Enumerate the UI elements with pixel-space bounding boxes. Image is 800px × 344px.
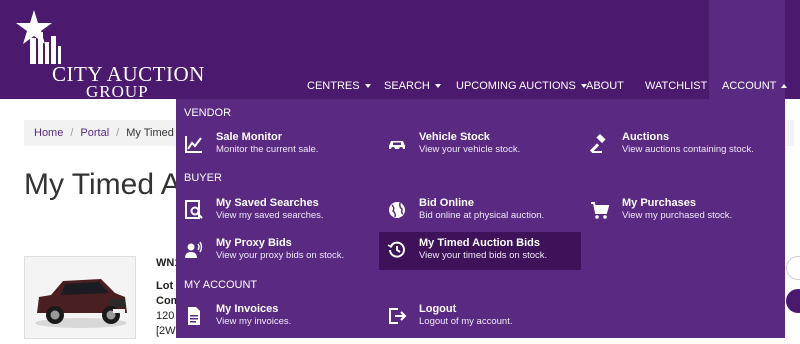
menu-item-desc: Monitor the current sale. bbox=[216, 144, 319, 155]
menu-item-title: My Proxy Bids bbox=[216, 237, 292, 249]
search-doc-icon bbox=[185, 200, 203, 219]
chevron-down-icon bbox=[364, 84, 371, 89]
section-vendor: VENDOR bbox=[184, 107, 232, 119]
section-my-account: MY ACCOUNT bbox=[184, 279, 258, 291]
menu-item-desc: Logout of my account. bbox=[419, 316, 513, 327]
nav-upcoming-auctions[interactable]: UPCOMING AUCTIONS bbox=[456, 80, 587, 92]
section-buyer: BUYER bbox=[184, 172, 222, 184]
breadcrumb-separator: / bbox=[116, 127, 120, 139]
menu-item-my-purchases[interactable]: My Purchases View my purchased stock. bbox=[582, 192, 784, 230]
nav-label: WATCHLIST bbox=[645, 80, 708, 92]
menu-item-desc: View my purchased stock. bbox=[622, 210, 733, 221]
vehicle-thumbnail[interactable] bbox=[24, 256, 136, 339]
menu-item-auctions[interactable]: Auctions View auctions containing stock. bbox=[582, 126, 784, 164]
nav-label: ACCOUNT bbox=[722, 80, 777, 92]
breadcrumb-home[interactable]: Home bbox=[34, 127, 63, 139]
nav-label: CENTRES bbox=[307, 80, 360, 92]
menu-item-title: Logout bbox=[419, 303, 457, 315]
car-image-icon bbox=[25, 257, 135, 338]
menu-item-desc: View my invoices. bbox=[216, 316, 292, 327]
chevron-up-icon bbox=[781, 84, 788, 89]
nav-about[interactable]: ABOUT bbox=[586, 80, 624, 92]
menu-item-saved-searches[interactable]: My Saved Searches View my saved searches… bbox=[176, 192, 378, 230]
menu-item-desc: View your vehicle stock. bbox=[419, 144, 521, 155]
gavel-icon bbox=[590, 134, 606, 153]
menu-item-my-invoices[interactable]: My Invoices View my invoices. bbox=[176, 298, 378, 336]
menu-item-title: My Timed Auction Bids bbox=[419, 237, 541, 249]
menu-item-title: Sale Monitor bbox=[216, 131, 283, 143]
menu-item-desc: View my saved searches. bbox=[216, 210, 324, 221]
menu-item-bid-online[interactable]: Bid Online Bid online at physical auctio… bbox=[379, 192, 581, 230]
nav-label: ABOUT bbox=[586, 80, 624, 92]
menu-item-desc: View your timed bids on stock. bbox=[419, 250, 548, 261]
menu-item-sale-monitor[interactable]: Sale Monitor Monitor the current sale. bbox=[176, 126, 378, 164]
globe-icon bbox=[389, 202, 405, 218]
slider-control-icon[interactable] bbox=[786, 289, 800, 313]
slider-control-icon[interactable] bbox=[786, 256, 800, 280]
site-header: CITY AUCTION GROUP CENTRES SEARCH UPCOMI… bbox=[0, 0, 800, 101]
menu-item-desc: View auctions containing stock. bbox=[622, 144, 754, 155]
lot-detail: 120 bbox=[156, 310, 175, 322]
menu-item-logout[interactable]: Logout Logout of my account. bbox=[379, 298, 581, 336]
menu-item-desc: Bid online at physical auction. bbox=[419, 210, 545, 221]
cart-icon bbox=[591, 202, 610, 219]
menu-item-title: My Saved Searches bbox=[216, 197, 319, 209]
breadcrumb-portal[interactable]: Portal bbox=[80, 127, 109, 139]
nav-centres[interactable]: CENTRES bbox=[307, 80, 371, 92]
nav-account[interactable]: ACCOUNT bbox=[722, 80, 788, 92]
logout-icon bbox=[389, 308, 407, 324]
history-icon bbox=[387, 241, 405, 258]
page: CITY AUCTION GROUP CENTRES SEARCH UPCOMI… bbox=[0, 0, 800, 344]
menu-item-title: My Purchases bbox=[622, 197, 696, 209]
menu-item-title: Bid Online bbox=[419, 197, 474, 209]
nav-label: UPCOMING AUCTIONS bbox=[456, 80, 576, 92]
menu-item-title: My Invoices bbox=[216, 303, 279, 315]
chart-icon bbox=[185, 136, 202, 153]
person-voice-icon bbox=[185, 241, 203, 258]
nav-watchlist[interactable]: WATCHLIST bbox=[645, 80, 707, 92]
menu-item-timed-auction-bids[interactable]: My Timed Auction Bids View your timed bi… bbox=[379, 232, 581, 270]
nav-search[interactable]: SEARCH bbox=[384, 80, 441, 92]
nav-label: SEARCH bbox=[384, 80, 430, 92]
chevron-down-icon bbox=[434, 84, 441, 89]
breadcrumb-separator: / bbox=[70, 127, 74, 139]
menu-item-vehicle-stock[interactable]: Vehicle Stock View your vehicle stock. bbox=[379, 126, 581, 164]
menu-item-proxy-bids[interactable]: My Proxy Bids View your proxy bids on st… bbox=[176, 232, 378, 270]
menu-item-title: Vehicle Stock bbox=[419, 131, 490, 143]
document-icon bbox=[188, 307, 200, 325]
skyline-star-icon bbox=[16, 10, 61, 64]
account-dropdown-menu: VENDOR BUYER MY ACCOUNT Sale Monitor Mon… bbox=[176, 99, 785, 338]
menu-item-desc: View your proxy bids on stock. bbox=[216, 250, 345, 261]
menu-item-title: Auctions bbox=[622, 131, 670, 143]
logo-text-line2: GROUP bbox=[86, 82, 149, 101]
page-title: My Timed A bbox=[24, 168, 181, 201]
logo[interactable]: CITY AUCTION GROUP bbox=[12, 10, 212, 101]
car-icon bbox=[389, 141, 405, 151]
